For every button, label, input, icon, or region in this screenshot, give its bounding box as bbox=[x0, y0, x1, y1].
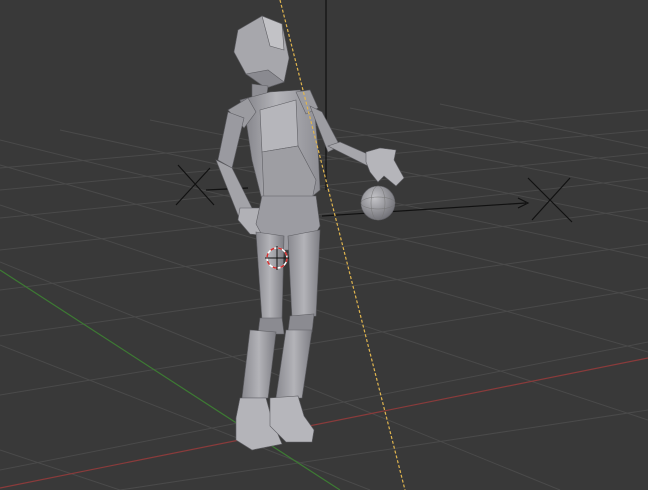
3d-viewport[interactable] bbox=[0, 0, 648, 490]
left-upper-arm[interactable] bbox=[217, 111, 245, 169]
right-forearm[interactable] bbox=[327, 141, 373, 167]
sphere-mesh[interactable] bbox=[360, 185, 396, 221]
right-knee[interactable] bbox=[287, 313, 315, 333]
x-axis-line bbox=[0, 357, 648, 489]
left-thigh[interactable] bbox=[255, 231, 285, 321]
left-shin[interactable] bbox=[241, 329, 277, 399]
viewport-canvas[interactable] bbox=[0, 0, 648, 490]
floor-grid bbox=[0, 103, 648, 490]
target-empty[interactable] bbox=[527, 177, 573, 223]
right-shin[interactable] bbox=[275, 329, 313, 399]
right-thigh[interactable] bbox=[287, 229, 321, 319]
